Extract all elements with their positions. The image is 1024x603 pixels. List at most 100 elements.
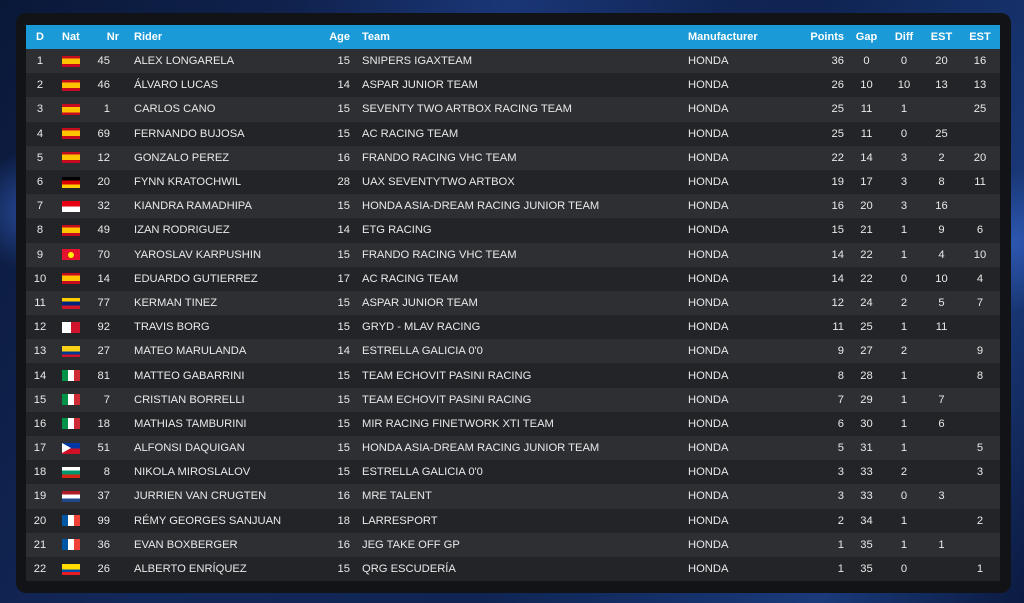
diff-cell: 1 <box>900 369 908 382</box>
table-row[interactable]: 19 37 Jurrien van Crugten 16 MRE Talent Honda… <box>26 484 1000 509</box>
nationality-cell <box>54 484 97 508</box>
position-cell: 3 <box>36 103 44 116</box>
rider-name-cell: Evan Boxberger <box>134 538 238 551</box>
est-2-cell: 13 <box>973 79 987 92</box>
team-cell: ETG Racing <box>362 224 432 237</box>
table-row[interactable]: 8 49 Izan Rodriguez 14 ETG Racing Honda 15 21 1 9… <box>26 218 1000 243</box>
table-row[interactable]: 17 51 Alfonsi Daquigan 15 Honda Asia-Dream R… <box>26 436 1000 461</box>
col-header-rider[interactable]: Rider <box>122 25 316 49</box>
flag-kg-icon <box>62 249 80 261</box>
points-cell: 3 <box>837 490 844 503</box>
table-row[interactable]: 20 99 Rémy Georges Sanjuan 18 Larresport Hond… <box>26 508 1000 533</box>
position-cell: 7 <box>36 200 44 213</box>
est-1-cell: 25 <box>935 127 948 140</box>
rider-name-cell: Kiandra Ramadhipa <box>134 200 252 213</box>
rider-number-cell: 27 <box>97 345 110 358</box>
rider-name-cell: Fernando Bujosa <box>134 127 245 140</box>
gap-cell: 21 <box>860 224 873 237</box>
nationality-cell <box>54 339 97 363</box>
est-1-cell: 13 <box>935 79 948 92</box>
team-cell: AC Racing Team <box>362 127 459 140</box>
col-header-number[interactable]: Nr <box>97 25 122 49</box>
table-row[interactable]: 10 14 Eduardo Gutierrez 17 AC Racing Team Hon… <box>26 266 1000 291</box>
diff-cell: 3 <box>900 200 908 213</box>
points-cell: 11 <box>832 321 844 334</box>
diff-cell: 1 <box>900 393 908 406</box>
flag-it-icon <box>62 370 80 382</box>
col-header-gap[interactable]: Gap <box>848 25 885 49</box>
est-2-cell <box>960 412 1000 436</box>
flag-id-icon <box>62 200 80 212</box>
table-row[interactable]: 18 8 Nikola Miroslalov 15 Estrella Galicia 0… <box>26 460 1000 485</box>
table-row[interactable]: 12 92 Travis Borg 15 GRYD - MLAV Racing Honda… <box>26 315 1000 340</box>
diff-cell: 1 <box>900 538 908 551</box>
age-cell: 15 <box>337 393 350 406</box>
nationality-cell <box>54 388 97 412</box>
col-header-nationality[interactable]: Nat <box>54 25 97 49</box>
table-row[interactable]: 11 77 Kerman Tinez 15 Aspar Junior Team Honda… <box>26 290 1000 316</box>
table-row[interactable]: 14 81 Matteo Gabarrini 15 Team Echovit Pasin… <box>26 363 1000 388</box>
table-row[interactable]: 15 7 Cristian Borrelli 15 Team Echovit Pasin… <box>26 387 1000 412</box>
rider-name-cell: Rémy Georges Sanjuan <box>134 514 282 527</box>
table-row[interactable]: 21 36 Evan Boxberger 16 JEG Take Off GP Honda… <box>26 532 1000 557</box>
points-cell: 19 <box>831 176 844 189</box>
team-cell: AC Racing Team <box>362 272 459 285</box>
rider-number-cell: 45 <box>97 55 110 68</box>
gap-cell: 25 <box>860 321 873 334</box>
col-header-team[interactable]: Team <box>354 25 678 49</box>
manufacturer-cell: Honda <box>688 55 729 68</box>
position-cell: 17 <box>33 442 47 455</box>
table-row[interactable]: 4 69 Fernando Bujosa 15 AC Racing Team Honda 2… <box>26 121 1000 146</box>
nationality-cell <box>54 460 97 484</box>
col-header-points[interactable]: Points <box>788 25 848 49</box>
table-row[interactable]: 13 27 Mateo Marulanda 14 Estrella Galicia 0'… <box>26 339 1000 364</box>
diff-cell: 0 <box>900 272 908 285</box>
position-cell: 10 <box>33 272 47 285</box>
col-header-diff[interactable]: Diff <box>885 25 923 49</box>
rider-number-cell: 92 <box>97 321 110 334</box>
est-1-cell: 10 <box>935 272 948 285</box>
position-cell: 1 <box>36 55 44 68</box>
table-row[interactable]: 16 18 Mathias Tamburini 15 MIR Racing Finetw… <box>26 411 1000 436</box>
gap-cell: 33 <box>860 490 873 503</box>
nationality-cell <box>54 49 97 73</box>
team-cell: Estrella Galicia 0'0 <box>362 466 483 479</box>
nationality-cell <box>54 533 97 557</box>
table-row[interactable]: 5 12 Gonzalo Perez 16 Frando Racing VHC Team… <box>26 145 1000 170</box>
flag-nl-icon <box>62 491 80 503</box>
col-header-manufacturer[interactable]: Manufacturer <box>678 25 788 49</box>
est-1-cell: 6 <box>938 417 945 430</box>
table-row[interactable]: 2 46 Álvaro Lucas 14 Aspar Junior Team Honda 2… <box>26 73 1000 98</box>
table-row[interactable]: 9 70 Yaroslav Karpushin 15 Frando Racing VHC… <box>26 242 1000 267</box>
nationality-cell <box>54 146 97 170</box>
gap-cell: 22 <box>860 248 873 261</box>
diff-cell: 1 <box>900 224 908 237</box>
gap-cell: 31 <box>860 442 873 455</box>
nationality-cell <box>54 291 97 315</box>
position-cell: 16 <box>33 417 47 430</box>
flag-es-icon <box>62 152 80 164</box>
est-1-cell: 9 <box>938 224 945 237</box>
manufacturer-cell: Honda <box>688 514 729 527</box>
diff-cell: 1 <box>900 417 908 430</box>
table-row[interactable]: 7 32 Kiandra Ramadhipa 15 Honda Asia-Dream R… <box>26 194 1000 219</box>
table-row[interactable]: 1 45 Alex Longarela 15 Snipers IGAXTeam Honda… <box>26 49 1000 74</box>
position-cell: 5 <box>36 151 44 164</box>
flag-es-icon <box>62 224 80 236</box>
nationality-cell <box>54 509 97 533</box>
rider-name-cell: Nikola Miroslalov <box>134 466 251 479</box>
table-row[interactable]: 22 26 Alberto Enríquez 15 QRG Escudería Honda… <box>26 556 1000 582</box>
col-header-position[interactable]: D <box>26 25 54 49</box>
table-row[interactable]: 3 1 Carlos Cano 15 Seventy Two Artbox Racing… <box>26 97 1000 122</box>
est-2-cell <box>960 533 1000 557</box>
gap-cell: 35 <box>860 538 873 551</box>
rider-name-cell: Matteo Gabarrini <box>134 369 245 382</box>
points-cell: 25 <box>831 103 844 116</box>
table-row[interactable]: 6 20 Fynn Kratochwil 28 UAX SeventyTwo Artbo… <box>26 169 1000 195</box>
manufacturer-cell: Honda <box>688 200 729 213</box>
col-header-est-1[interactable]: EST <box>923 25 960 49</box>
rider-name-cell: Gonzalo Perez <box>134 151 230 164</box>
age-cell: 15 <box>337 248 350 261</box>
col-header-est-2[interactable]: EST <box>960 25 1000 49</box>
col-header-age[interactable]: Age <box>316 25 354 49</box>
